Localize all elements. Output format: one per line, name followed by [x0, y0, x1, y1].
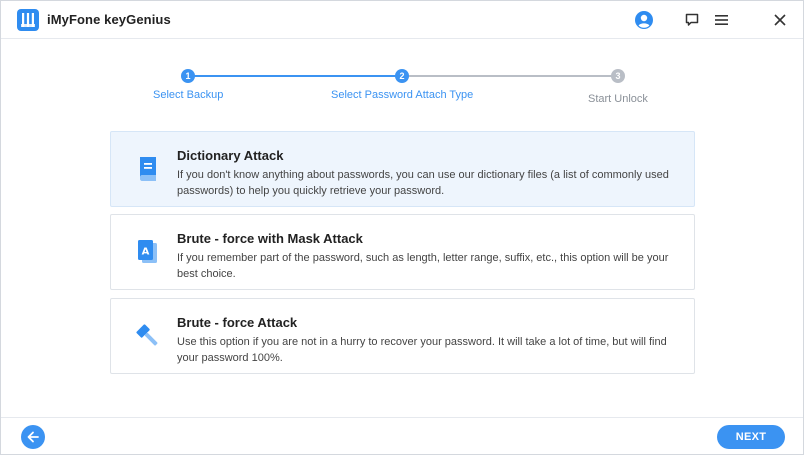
keygenius-logo-icon [17, 9, 39, 31]
arrow-left-icon [27, 431, 39, 443]
hammer-gavel-icon [133, 321, 163, 351]
option-title: Dictionary Attack [177, 148, 284, 163]
option-description: Use this option if you are not in a hurr… [177, 336, 667, 364]
footer-bar: NEXT [1, 417, 803, 455]
app-title: iMyFone keyGenius [47, 12, 171, 27]
app-window: iMyFone keyGenius 1 2 3 Select Backup Se… [0, 0, 804, 455]
chat-feedback-icon[interactable] [681, 9, 703, 31]
option-brute-force-attack[interactable]: Brute - force Attack Use this option if … [110, 298, 695, 374]
option-title: Brute - force Attack [177, 315, 298, 330]
hamburger-menu-icon[interactable] [710, 9, 732, 31]
close-icon[interactable] [769, 9, 791, 31]
dictionary-book-icon [133, 154, 163, 184]
mask-letter-a-icon: A [133, 237, 163, 267]
option-dictionary-attack[interactable]: Dictionary Attack If you don't know anyt… [110, 131, 695, 207]
step-connector-2-3 [402, 75, 618, 77]
progress-stepper: 1 2 3 Select Backup Select Password Atta… [1, 63, 803, 113]
option-title: Brute - force with Mask Attack [177, 231, 363, 246]
step-connector-1-2 [188, 75, 402, 77]
step-2-label: Select Password Attach Type [331, 89, 474, 101]
next-button[interactable]: NEXT [717, 425, 785, 449]
title-bar: iMyFone keyGenius [1, 1, 803, 39]
step-3-label: Start Unlock [588, 93, 648, 105]
user-account-icon[interactable] [633, 9, 655, 31]
step-1-label: Select Backup [153, 89, 224, 101]
step-3-dot: 3 [611, 69, 625, 83]
svg-text:A: A [142, 247, 150, 258]
option-mask-attack[interactable]: A Brute - force with Mask Attack If you … [110, 214, 695, 290]
step-2-dot: 2 [395, 69, 409, 83]
back-button[interactable] [21, 425, 45, 449]
option-description: If you remember part of the password, su… [177, 252, 669, 280]
step-1-dot: 1 [181, 69, 195, 83]
option-description: If you don't know anything about passwor… [177, 169, 669, 197]
